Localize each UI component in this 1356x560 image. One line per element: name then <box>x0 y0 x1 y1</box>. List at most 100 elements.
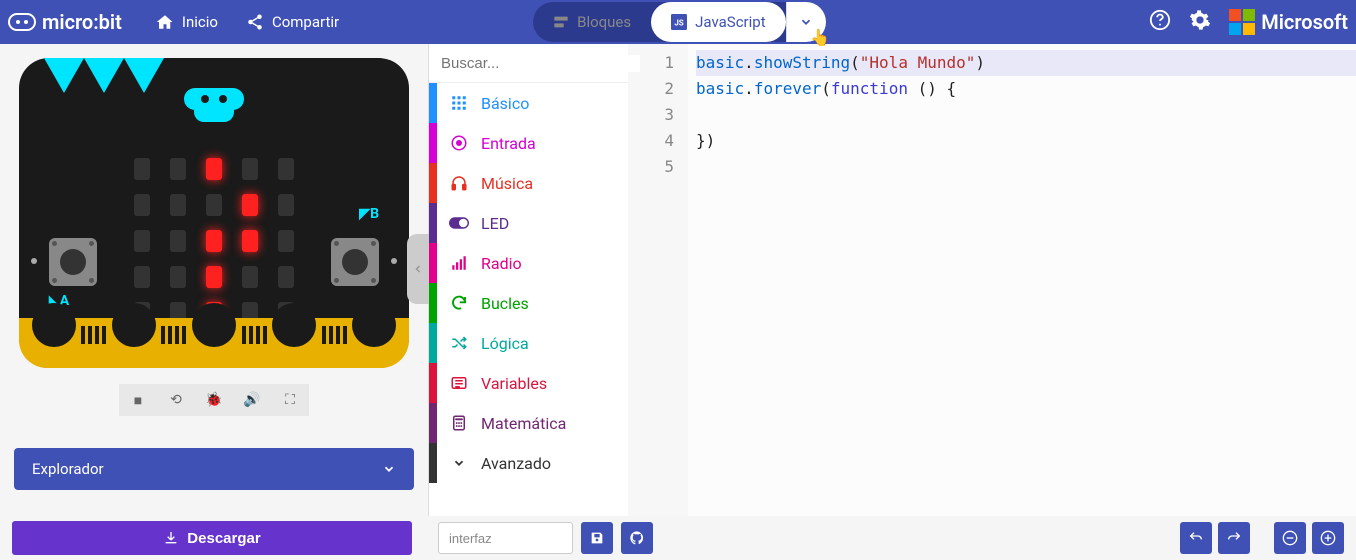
redo-button[interactable] <box>1218 522 1250 554</box>
led-9 <box>278 194 294 216</box>
shuffle-icon <box>449 334 469 352</box>
home-button[interactable]: Inicio <box>142 5 232 39</box>
category-label: Entrada <box>481 134 536 153</box>
category-label: Básico <box>481 94 529 113</box>
search-input[interactable] <box>441 55 640 72</box>
svg-text:JS: JS <box>674 18 683 27</box>
download-icon <box>163 530 179 546</box>
blocks-icon <box>553 14 569 30</box>
simulator-panel: ◣A ◤B 0123VGND ■ ⟲ 🐞 🔊 ⛶ Explorador <box>0 44 428 516</box>
zoom-in-button[interactable] <box>1312 522 1344 554</box>
button-a[interactable] <box>49 238 97 286</box>
simulator-controls: ■ ⟲ 🐞 🔊 ⛶ <box>14 384 414 416</box>
pin-3V[interactable]: 3V <box>272 318 316 347</box>
microbit-face-icon <box>184 88 244 123</box>
header: micro:bit Inicio Compartir Bloques JS Ja… <box>0 0 1356 44</box>
var-icon <box>449 374 469 392</box>
download-label: Descargar <box>187 530 260 547</box>
category-matemática[interactable]: Matemática <box>429 403 628 443</box>
explorer-toggle[interactable]: Explorador <box>14 448 414 490</box>
save-button[interactable] <box>581 522 613 554</box>
redo-icon <box>449 294 469 312</box>
settings-button[interactable] <box>1189 9 1211 36</box>
led-17 <box>206 266 222 288</box>
category-radio[interactable]: Radio <box>429 243 628 283</box>
tab-blocks-label: Bloques <box>577 13 631 31</box>
category-básico[interactable]: Básico <box>429 83 628 123</box>
category-label: Bucles <box>481 294 529 313</box>
toggle-chevron[interactable] <box>786 2 826 42</box>
led-1 <box>170 158 186 180</box>
github-button[interactable] <box>621 522 653 554</box>
pin-1[interactable]: 1 <box>112 318 156 347</box>
stop-button[interactable]: ■ <box>119 384 157 416</box>
led-16 <box>170 266 186 288</box>
category-label: Radio <box>481 254 522 273</box>
led-15 <box>134 266 150 288</box>
home-label: Inicio <box>182 13 218 31</box>
tab-blocks[interactable]: Bloques <box>533 2 651 42</box>
project-name-input[interactable] <box>438 522 573 554</box>
led-18 <box>242 266 258 288</box>
line-number: 3 <box>628 102 674 128</box>
led-10 <box>134 230 150 252</box>
microbit-simulator[interactable]: ◣A ◤B 0123VGND <box>19 58 409 368</box>
category-label: Variables <box>481 374 547 393</box>
mute-button[interactable]: 🔊 <box>233 384 271 416</box>
microsoft-icon <box>1229 9 1255 35</box>
led-14 <box>278 230 294 252</box>
fullscreen-button[interactable]: ⛶ <box>271 384 309 416</box>
category-label: Lógica <box>481 334 529 353</box>
target-icon <box>449 134 469 152</box>
save-icon <box>589 530 605 546</box>
header-right: Microsoft <box>1149 9 1348 36</box>
pin-2[interactable]: 2 <box>192 318 236 347</box>
led-6 <box>170 194 186 216</box>
zoom-out-button[interactable] <box>1274 522 1306 554</box>
category-lógica[interactable]: Lógica <box>429 323 628 363</box>
share-button[interactable]: Compartir <box>232 5 353 39</box>
pin-0[interactable]: 0 <box>32 318 76 347</box>
line-gutter: 12345 <box>628 44 688 516</box>
help-icon <box>1149 9 1171 31</box>
download-button[interactable]: Descargar <box>12 521 412 555</box>
tab-js-label: JavaScript <box>695 13 765 31</box>
share-label: Compartir <box>272 13 339 31</box>
explorer-label: Explorador <box>32 460 104 478</box>
debug-button[interactable]: 🐞 <box>195 384 233 416</box>
led-7 <box>206 194 222 216</box>
tab-javascript[interactable]: JS JavaScript <box>651 2 785 42</box>
help-button[interactable] <box>1149 9 1171 36</box>
category-bucles[interactable]: Bucles <box>429 283 628 323</box>
undo-button[interactable] <box>1180 522 1212 554</box>
category-entrada[interactable]: Entrada <box>429 123 628 163</box>
code-area[interactable]: basic.showString("Hola Mundo") basic.for… <box>688 44 1356 516</box>
button-b-label: ◤B <box>359 206 379 222</box>
category-advanced[interactable]: Avanzado <box>429 443 628 483</box>
github-icon <box>629 530 645 546</box>
pin-GND[interactable]: GND <box>352 318 396 347</box>
home-icon <box>156 13 174 31</box>
line-number: 5 <box>628 154 674 180</box>
logo-text: micro:bit <box>42 10 122 34</box>
code-editor[interactable]: 12345 basic.showString("Hola Mundo") bas… <box>628 44 1356 516</box>
category-música[interactable]: Música <box>429 163 628 203</box>
search-box <box>429 44 628 83</box>
line-number: 4 <box>628 128 674 154</box>
code-line: basic.forever(function () { <box>696 76 1356 102</box>
led-5 <box>134 194 150 216</box>
toggle-icon <box>449 214 469 232</box>
main: ◣A ◤B 0123VGND ■ ⟲ 🐞 🔊 ⛶ Explorador Bási… <box>0 44 1356 516</box>
microsoft-logo[interactable]: Microsoft <box>1229 9 1348 35</box>
redo-icon <box>1226 530 1242 546</box>
logo[interactable]: micro:bit <box>8 10 122 34</box>
led-2 <box>206 158 222 180</box>
led-grid <box>134 158 294 318</box>
category-variables[interactable]: Variables <box>429 363 628 403</box>
category-led[interactable]: LED <box>429 203 628 243</box>
collapse-toolbox-button[interactable] <box>407 234 429 304</box>
led-13 <box>242 230 258 252</box>
zoom-in-icon <box>1320 530 1336 546</box>
button-b[interactable] <box>331 238 379 286</box>
restart-button[interactable]: ⟲ <box>157 384 195 416</box>
